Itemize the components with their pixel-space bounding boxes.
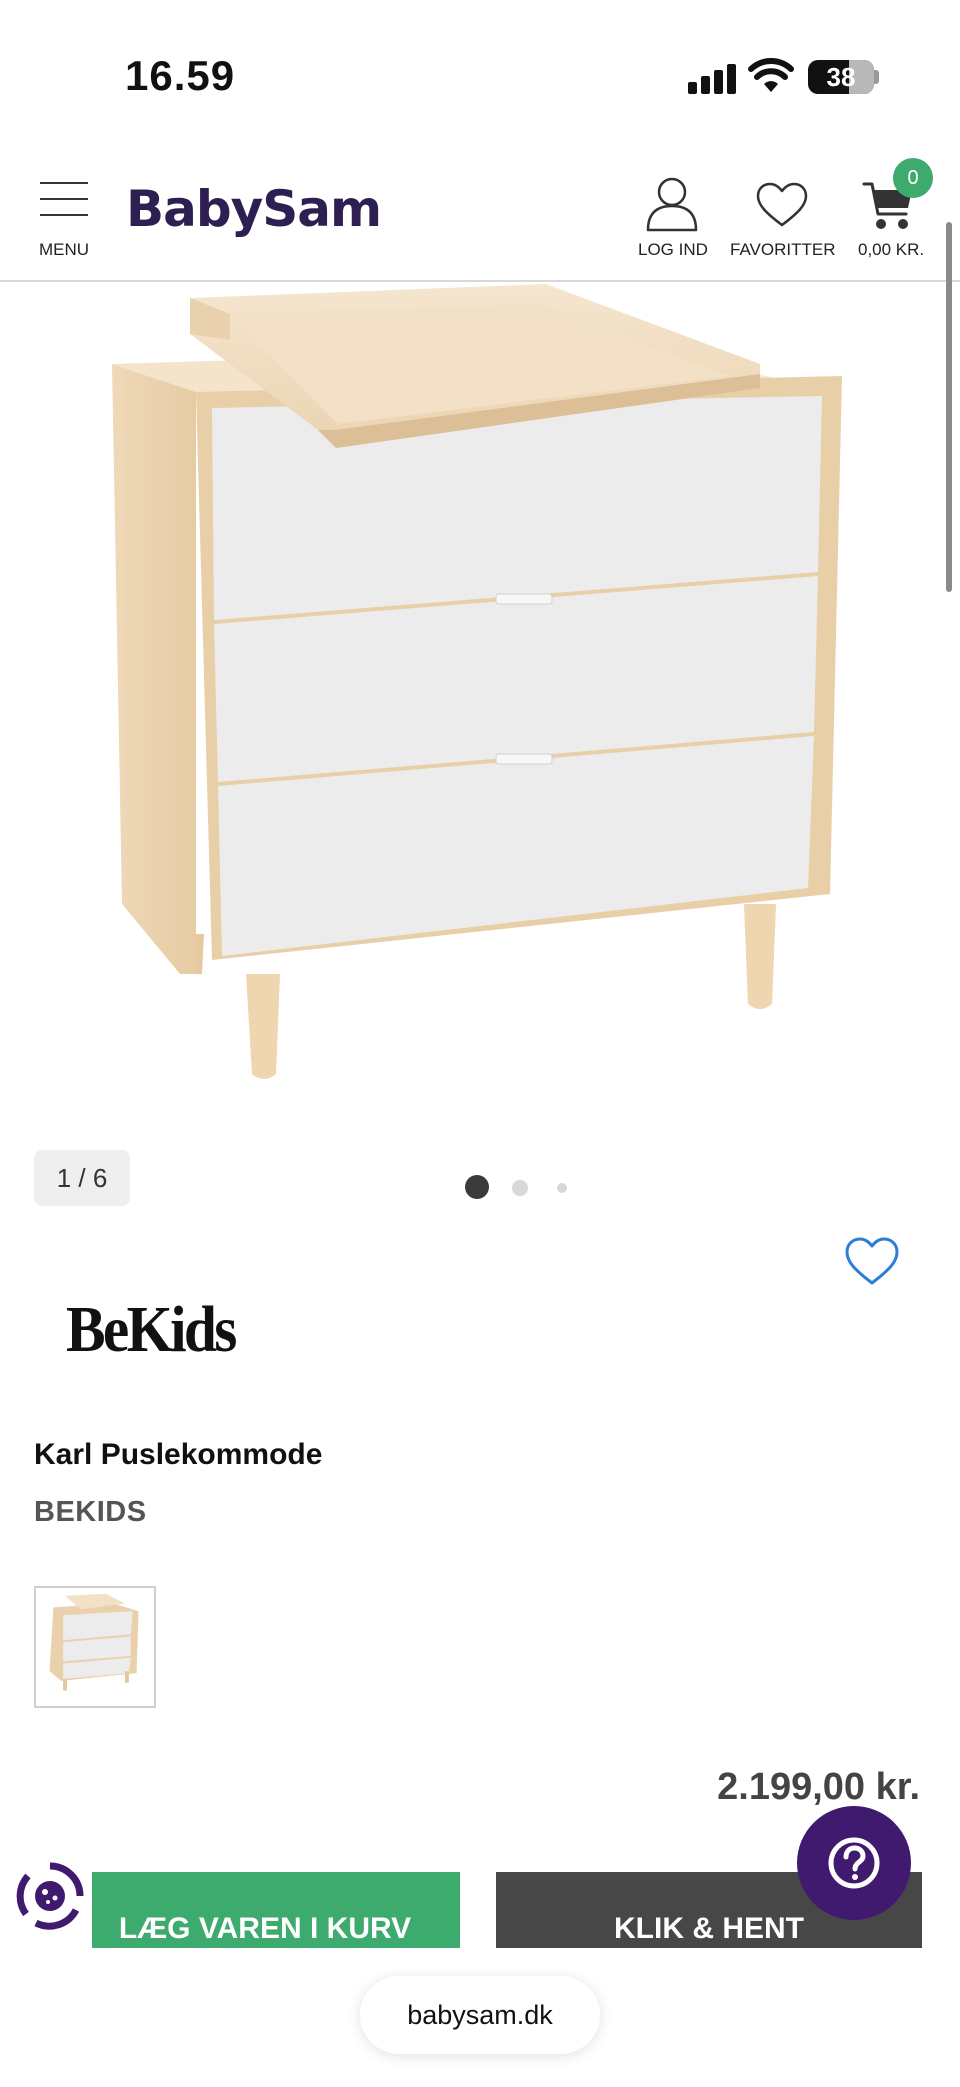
help-button[interactable] [797, 1806, 911, 1920]
product-image[interactable] [0, 284, 960, 1104]
product-thumbnail[interactable] [34, 1586, 156, 1708]
gallery-dot-active[interactable] [465, 1175, 489, 1199]
menu-icon-line [40, 198, 88, 200]
cart-count-badge: 0 [893, 158, 933, 198]
add-to-cart-button[interactable]: LÆG VAREN I KURV [92, 1872, 460, 1948]
battery-icon: 38 [808, 60, 874, 94]
site-header: MENU BabySam LOG IND FAVORITTER 0,00 KR.… [0, 150, 960, 282]
heart-icon [756, 182, 808, 227]
product-title: Karl Puslekommode [34, 1438, 323, 1471]
status-time: 16.59 [125, 52, 236, 99]
cellular-signal-icon [688, 62, 736, 94]
add-to-favorites-heart-icon[interactable] [844, 1236, 900, 1286]
battery-tip [874, 70, 879, 84]
site-logo[interactable]: BabySam [126, 180, 382, 238]
menu-icon-line [40, 182, 88, 184]
battery-percentage: 38 [826, 62, 856, 92]
wifi-icon [748, 58, 794, 92]
cart-total: 0,00 KR. [858, 240, 925, 259]
favorites-label: FAVORITTER [730, 240, 836, 259]
brand-logo[interactable]: BeKids [66, 1292, 237, 1368]
question-icon [828, 1837, 880, 1889]
product-price: 2.199,00 kr. [717, 1766, 920, 1808]
status-bar: 16.59 38 [0, 0, 960, 150]
gallery-pagination[interactable] [460, 1172, 580, 1202]
image-counter: 1 / 6 [34, 1150, 130, 1206]
menu-button[interactable]: MENU [34, 176, 94, 266]
browser-url-bar[interactable]: babysam.dk [360, 1976, 600, 2054]
product-brand[interactable]: BEKIDS [34, 1496, 147, 1529]
cookie-settings-icon[interactable] [14, 1860, 86, 1932]
login-label: LOG IND [638, 240, 708, 259]
gallery-dot[interactable] [512, 1180, 528, 1196]
user-icon [646, 177, 698, 232]
add-to-cart-label: LÆG VAREN I KURV [118, 1912, 412, 1945]
gallery-dot[interactable] [557, 1183, 567, 1193]
login-button[interactable]: LOG IND [630, 168, 714, 268]
favorites-button[interactable]: FAVORITTER [728, 168, 836, 268]
menu-label: MENU [39, 240, 90, 259]
menu-icon-line [40, 214, 88, 216]
